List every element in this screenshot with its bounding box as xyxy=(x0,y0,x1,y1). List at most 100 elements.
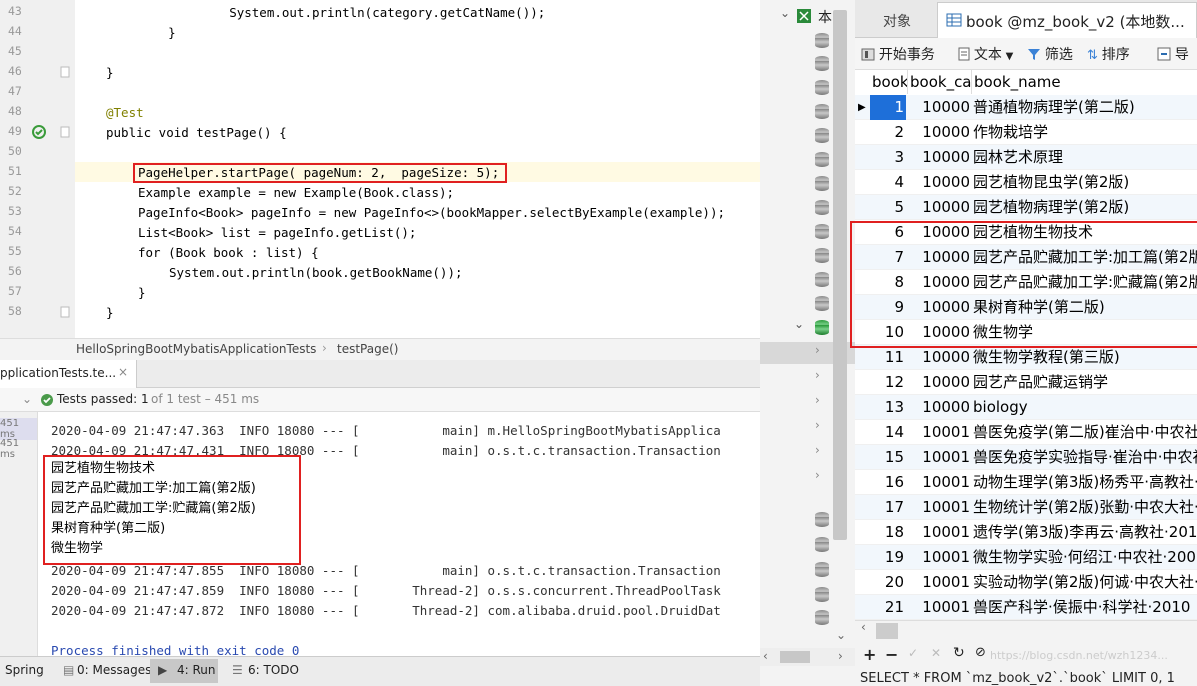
table-row[interactable]: 5 10000 园艺植物病理学(第2版) xyxy=(855,195,1197,220)
database-icon[interactable] xyxy=(815,562,829,577)
cell-book-category[interactable]: 10000 xyxy=(910,195,970,220)
fold-icon[interactable] xyxy=(60,66,70,78)
cell-book-category[interactable]: 10001 xyxy=(910,520,970,545)
table-row[interactable]: 17 10001 生物统计学(第2版)张勤·中农大社·2 xyxy=(855,495,1197,520)
chevron-down-icon[interactable]: ⌄ xyxy=(794,317,804,331)
tool-tab-todo[interactable]: 6: TODO xyxy=(248,663,299,677)
database-icon[interactable] xyxy=(815,80,829,95)
table-row[interactable]: 14 10001 兽医免疫学(第二版)崔治中·中农社 xyxy=(855,420,1197,445)
cell-book-category[interactable]: 10001 xyxy=(910,445,970,470)
cell-book-id[interactable]: 17 xyxy=(870,495,906,520)
grid-hscroll-thumb[interactable] xyxy=(876,623,898,639)
begin-transaction-button[interactable]: 开始事务 xyxy=(861,44,935,64)
chevron-right-icon[interactable]: › xyxy=(838,649,843,663)
column-header-book-id[interactable]: book xyxy=(870,70,908,94)
cell-book-category[interactable]: 10000 xyxy=(910,170,970,195)
refresh-icon[interactable]: ↻ xyxy=(953,645,965,661)
close-icon[interactable]: × xyxy=(118,365,128,379)
table-row[interactable]: 11 10000 微生物学教程(第三版) xyxy=(855,345,1197,370)
table-row[interactable]: 20 10001 实验动物学(第2版)何诚·中农大社·2 xyxy=(855,570,1197,595)
stop-icon[interactable]: ⊘ xyxy=(975,645,986,660)
tool-tab-messages[interactable]: 0: Messages xyxy=(77,663,151,677)
sort-button[interactable]: ⇅ 排序 xyxy=(1087,44,1130,64)
cell-book-category[interactable]: 10001 xyxy=(910,420,970,445)
table-row[interactable]: 21 10001 兽医产科学·侯振中·科学社·2010 xyxy=(855,595,1197,620)
chevron-left-icon[interactable]: ‹ xyxy=(763,649,768,663)
database-icon[interactable] xyxy=(815,128,829,143)
cell-book-category[interactable]: 10000 xyxy=(910,145,970,170)
cell-book-id[interactable]: 3 xyxy=(870,145,906,170)
cell-book-name[interactable]: 兽医产科学·侯振中·科学社·2010 xyxy=(973,595,1197,620)
table-row[interactable]: 4 10000 园艺植物昆虫学(第2版) xyxy=(855,170,1197,195)
cell-book-name[interactable]: 微生物学实验·何绍江·中农社·2007 xyxy=(973,545,1197,570)
tool-tab-run-active[interactable]: ▶ 4: Run xyxy=(150,659,218,683)
cell-book-name[interactable]: 动物生理学(第3版)杨秀平·高教社·2 xyxy=(973,470,1197,495)
cell-book-id[interactable]: 2 xyxy=(870,120,906,145)
run-test-icon[interactable] xyxy=(32,124,48,140)
table-row[interactable]: 2 10000 作物栽培学 xyxy=(855,120,1197,145)
column-header-book-name[interactable]: book_name xyxy=(972,70,1197,94)
table-row[interactable]: 13 10000 biology xyxy=(855,395,1197,420)
database-icon[interactable] xyxy=(815,176,829,191)
cell-book-id[interactable]: 14 xyxy=(870,420,906,445)
table-row[interactable]: 16 10001 动物生理学(第3版)杨秀平·高教社·2 xyxy=(855,470,1197,495)
table-row[interactable]: 12 10000 园艺产品贮藏运销学 xyxy=(855,370,1197,395)
database-open-icon[interactable] xyxy=(815,320,829,335)
cell-book-name[interactable]: 园艺产品贮藏运销学 xyxy=(973,370,1197,395)
cell-book-name[interactable]: 微生物学教程(第三版) xyxy=(973,345,1197,370)
fold-icon[interactable] xyxy=(60,126,70,138)
chevron-left-icon[interactable]: ‹ xyxy=(861,620,866,634)
cell-book-category[interactable]: 10000 xyxy=(910,95,970,120)
chevron-right-icon[interactable]: › xyxy=(815,468,820,482)
database-icon[interactable] xyxy=(815,610,829,625)
tab-book-table[interactable]: book @mz_book_v2 (本地数... xyxy=(937,2,1197,38)
cell-book-id[interactable]: 1 xyxy=(870,95,906,120)
cell-book-category[interactable]: 10001 xyxy=(910,570,970,595)
column-header-book-category[interactable]: book_ca xyxy=(908,70,972,94)
database-icon[interactable] xyxy=(815,224,829,239)
cell-book-category[interactable]: 10000 xyxy=(910,345,970,370)
tree-hscroll[interactable]: ‹ › xyxy=(760,648,855,666)
table-row[interactable]: 15 10001 兽医免疫学实验指导·崔治中·中农社 xyxy=(855,445,1197,470)
cell-book-name[interactable]: 实验动物学(第2版)何诚·中农大社·2 xyxy=(973,570,1197,595)
chevron-right-icon[interactable]: › xyxy=(815,443,820,457)
cell-book-category[interactable]: 10001 xyxy=(910,495,970,520)
tree-scrollbar[interactable] xyxy=(833,10,847,540)
cell-book-name[interactable]: 兽医免疫学(第二版)崔治中·中农社 xyxy=(973,420,1197,445)
cell-book-name[interactable]: 园林艺术原理 xyxy=(973,145,1197,170)
cell-book-name[interactable]: 普通植物病理学(第二版) xyxy=(973,95,1197,120)
database-icon[interactable] xyxy=(815,587,829,602)
tree-node-label[interactable]: 本 xyxy=(818,7,832,27)
cell-book-name[interactable]: 生物统计学(第2版)张勤·中农大社·2 xyxy=(973,495,1197,520)
cell-book-id[interactable]: 18 xyxy=(870,520,906,545)
tab-objects[interactable]: 对象 xyxy=(883,11,911,31)
add-row-icon[interactable]: + xyxy=(863,645,876,664)
database-icon[interactable] xyxy=(815,272,829,287)
cell-book-category[interactable]: 10001 xyxy=(910,545,970,570)
cell-book-category[interactable]: 10001 xyxy=(910,470,970,495)
cell-book-id[interactable]: 21 xyxy=(870,595,906,620)
chevron-right-icon[interactable]: › xyxy=(815,393,820,407)
discard-icon[interactable]: ✕ xyxy=(931,646,941,660)
text-view-button[interactable]: 文本 ▼ xyxy=(958,44,1013,64)
cell-book-name[interactable]: 园艺植物昆虫学(第2版) xyxy=(973,170,1197,195)
database-icon[interactable] xyxy=(815,152,829,167)
database-icon[interactable] xyxy=(815,200,829,215)
database-icon[interactable] xyxy=(815,56,829,71)
cell-book-name[interactable]: 作物栽培学 xyxy=(973,120,1197,145)
chevron-down-icon[interactable]: ⌄ xyxy=(780,6,790,20)
database-icon[interactable] xyxy=(815,33,829,48)
breadcrumb-class[interactable]: HelloSpringBootMybatisApplicationTests xyxy=(76,342,316,356)
cell-book-id[interactable]: 19 xyxy=(870,545,906,570)
chevron-right-icon[interactable]: › xyxy=(815,343,820,357)
database-icon[interactable] xyxy=(815,104,829,119)
cell-book-name[interactable]: 兽医免疫学实验指导·崔治中·中农社 xyxy=(973,445,1197,470)
chevron-right-icon[interactable]: › xyxy=(815,418,820,432)
hscroll-thumb[interactable] xyxy=(780,651,810,663)
database-icon[interactable] xyxy=(815,512,829,527)
database-icon[interactable] xyxy=(815,248,829,263)
table-row[interactable]: 18 10001 遗传学(第3版)李再云·高教社·2017 xyxy=(855,520,1197,545)
database-icon[interactable] xyxy=(815,296,829,311)
table-row[interactable]: ▶ 1 10000 普通植物病理学(第二版) xyxy=(855,95,1197,120)
chevron-right-icon[interactable]: › xyxy=(815,368,820,382)
